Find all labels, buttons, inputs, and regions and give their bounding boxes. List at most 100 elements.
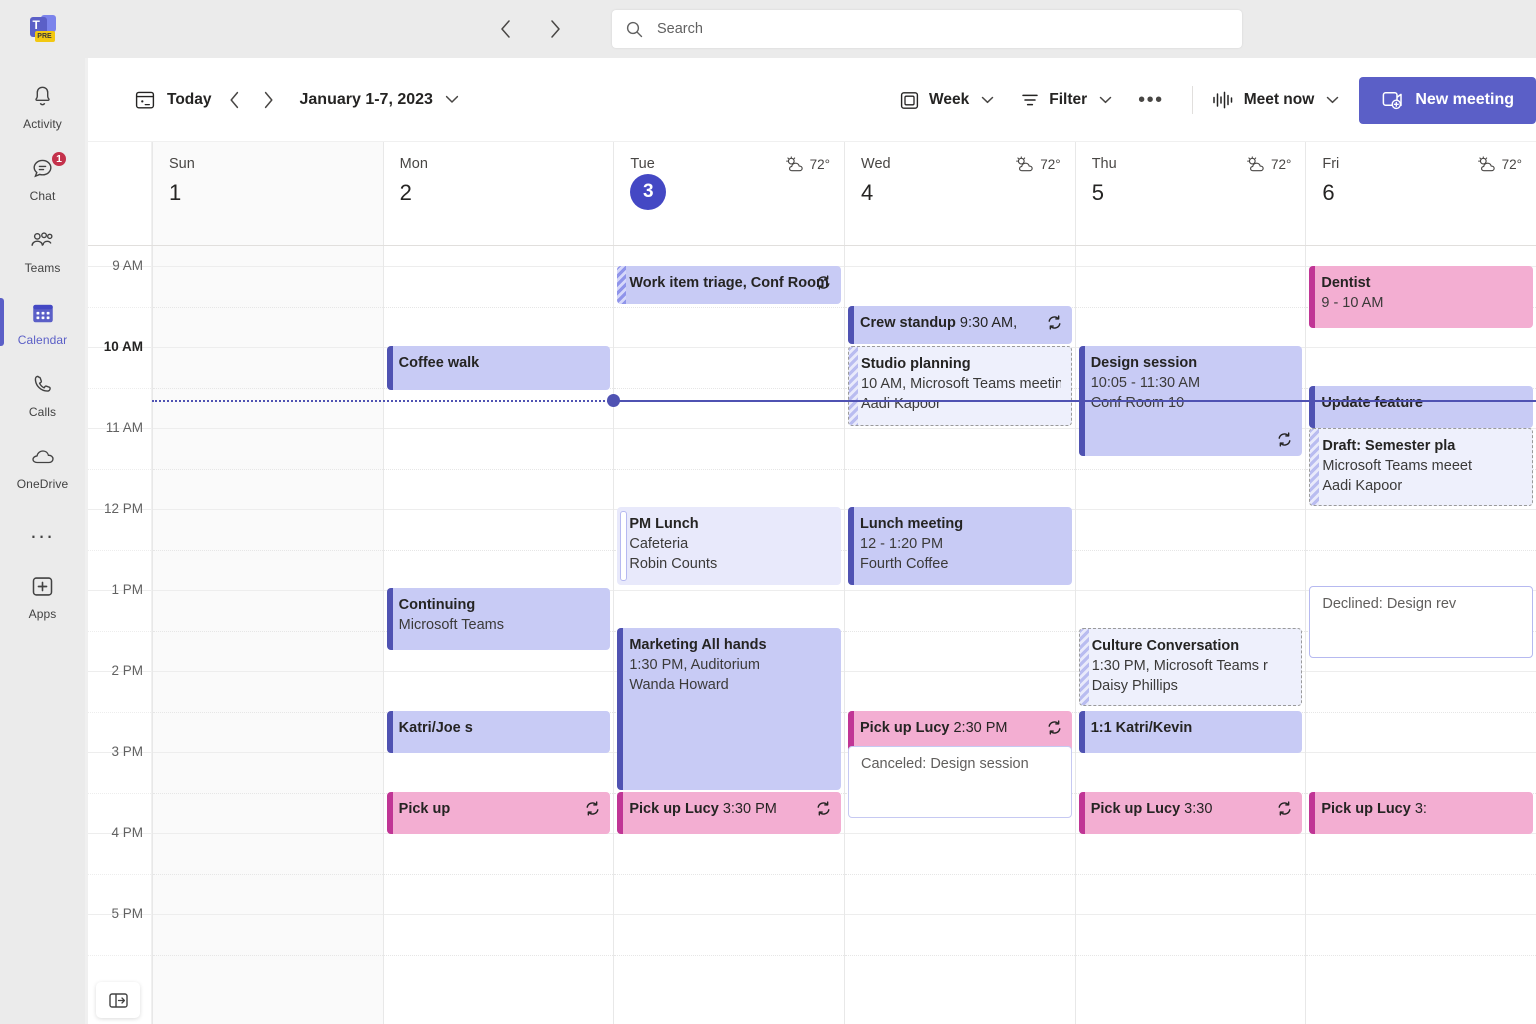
calendar-grid-wrapper[interactable]: 9 AM10 AM11 AM12 PM1 PM2 PM3 PM4 PM5 PM … bbox=[88, 246, 1536, 1024]
calendar-event[interactable]: Pick up Lucy 3:30 bbox=[1079, 792, 1303, 834]
hour-gridline bbox=[153, 590, 383, 591]
day-column-thu[interactable]: Design session10:05 - 11:30 AMConf Room … bbox=[1075, 246, 1306, 1024]
event-title: Pick up Lucy 2:30 PM bbox=[860, 718, 1062, 738]
half-hour-gridline bbox=[384, 307, 614, 308]
event-subtitle: 1:30 PM, Microsoft Teams r bbox=[1092, 656, 1292, 676]
event-title: Declined: Design rev bbox=[1322, 594, 1522, 614]
view-chevron-down-icon[interactable] bbox=[981, 96, 994, 104]
day-number[interactable]: 6 bbox=[1322, 180, 1520, 206]
event-color-bar bbox=[387, 346, 393, 390]
temperature-label: 72° bbox=[1502, 157, 1522, 172]
calendar-event[interactable]: Work item triage, Conf Room bbox=[617, 266, 841, 304]
calendar-event[interactable]: PM LunchCafeteriaRobin Counts bbox=[617, 507, 841, 585]
day-column-mon[interactable]: Coffee walk ContinuingMicrosoft Teams Katr… bbox=[383, 246, 614, 1024]
day-header-sun[interactable]: Sun1 bbox=[152, 142, 383, 245]
half-hour-gridline bbox=[384, 955, 614, 956]
calendar-event[interactable]: Pick up Lucy 3:30 PM bbox=[617, 792, 841, 834]
calendar-event[interactable]: Canceled: Design session bbox=[848, 746, 1072, 818]
event-title: 1:1 Katri/Kevin bbox=[1091, 718, 1293, 738]
day-number[interactable]: 5 bbox=[1092, 180, 1290, 206]
event-organizer: Aadi Kapoor bbox=[861, 394, 1061, 414]
hour-gridline bbox=[153, 671, 383, 672]
day-header-wed[interactable]: Wed472° bbox=[844, 142, 1075, 245]
event-organizer: Robin Counts bbox=[629, 554, 831, 574]
day-number-today[interactable]: 3 bbox=[630, 174, 666, 210]
temperature-label: 72° bbox=[1040, 157, 1060, 172]
view-switcher-week[interactable]: Week bbox=[899, 90, 994, 111]
hour-gridline bbox=[1306, 752, 1536, 753]
event-organizer: Wanda Howard bbox=[629, 675, 831, 695]
calendar-event[interactable]: Pick up bbox=[387, 792, 611, 834]
search-bar[interactable]: Search bbox=[612, 10, 1242, 48]
half-hour-gridline bbox=[384, 874, 614, 875]
sidebar-item-apps[interactable]: Apps bbox=[0, 560, 85, 632]
hour-gridline bbox=[384, 914, 614, 915]
event-time-suffix: 3:30 PM bbox=[719, 801, 777, 817]
calendar-event[interactable]: Studio planning10 AM, Microsoft Teams me… bbox=[848, 346, 1072, 426]
event-title: Marketing All hands bbox=[629, 635, 831, 655]
calendar-event[interactable]: Dentist9 - 10 AM bbox=[1309, 266, 1533, 328]
day-number[interactable]: 2 bbox=[400, 180, 598, 206]
hour-gridline bbox=[384, 428, 614, 429]
day-column-wed[interactable]: Crew standup 9:30 AM,Studio planning10 A… bbox=[844, 246, 1075, 1024]
sidebar-more-apps-button[interactable]: ... bbox=[0, 502, 85, 560]
date-range-label[interactable]: January 1-7, 2023 bbox=[300, 91, 433, 109]
filter-button[interactable]: Filter bbox=[1020, 90, 1112, 110]
calendar-event[interactable]: Draft: Semester plaMicrosoft Teams meeet… bbox=[1309, 428, 1533, 506]
day-column-fri[interactable]: Dentist9 - 10 AMUpdate featureDraft: Sem… bbox=[1305, 246, 1536, 1024]
date-picker-chevron-down-icon[interactable] bbox=[445, 95, 459, 104]
sidebar-item-onedrive[interactable]: OneDrive bbox=[0, 430, 85, 502]
half-hour-gridline bbox=[1076, 874, 1306, 875]
calendar-event[interactable]: Marketing All hands1:30 PM, AuditoriumWa… bbox=[617, 628, 841, 790]
next-week-button[interactable] bbox=[252, 83, 286, 117]
event-subtitle: 12 - 1:20 PM bbox=[860, 534, 1062, 554]
sidebar-item-teams[interactable]: Teams bbox=[0, 214, 85, 286]
expand-panel-button[interactable] bbox=[96, 982, 140, 1018]
meet-now-button[interactable]: Meet now bbox=[1211, 89, 1340, 111]
half-hour-gridline bbox=[614, 469, 844, 470]
search-input[interactable]: Search bbox=[657, 21, 703, 37]
day-header-tue[interactable]: Tue372° bbox=[613, 142, 844, 245]
calendar-event[interactable]: Katri/Joe s bbox=[387, 711, 611, 753]
new-meeting-button[interactable]: New meeting bbox=[1359, 77, 1536, 124]
calendar-event[interactable]: 1:1 Katri/Kevin bbox=[1079, 711, 1303, 753]
sidebar-item-activity[interactable]: Activity bbox=[0, 70, 85, 142]
calendar-event[interactable]: Update feature bbox=[1309, 386, 1533, 428]
sidebar-item-chat[interactable]: 1 Chat bbox=[0, 142, 85, 214]
calendar-event[interactable]: Pick up Lucy 3: bbox=[1309, 792, 1533, 834]
event-subtitle: 10 AM, Microsoft Teams meeting bbox=[861, 374, 1061, 394]
calendar-event[interactable]: Declined: Design rev bbox=[1309, 586, 1533, 658]
calendar-event[interactable]: Lunch meeting12 - 1:20 PMFourth Coffee bbox=[848, 507, 1072, 585]
back-icon[interactable] bbox=[490, 14, 520, 44]
half-hour-gridline bbox=[153, 469, 383, 470]
search-icon bbox=[626, 21, 643, 38]
time-label: 1 PM bbox=[111, 582, 143, 597]
day-column-sun[interactable] bbox=[152, 246, 383, 1024]
day-header-thu[interactable]: Thu572° bbox=[1075, 142, 1306, 245]
forward-icon[interactable] bbox=[540, 14, 570, 44]
day-column-tue[interactable]: Work item triage, Conf Room PM LunchCafet… bbox=[613, 246, 844, 1024]
partly-cloudy-icon bbox=[1246, 156, 1265, 173]
more-options-button[interactable]: ••• bbox=[1128, 96, 1174, 104]
logo-badge: PRE bbox=[35, 31, 55, 42]
meet-now-waveform-icon bbox=[1211, 89, 1235, 111]
calendar-event[interactable]: Coffee walk bbox=[387, 346, 611, 390]
filter-chevron-down-icon[interactable] bbox=[1099, 96, 1112, 104]
meet-now-chevron-down-icon[interactable] bbox=[1326, 96, 1339, 104]
calendar-event[interactable]: Culture Conversation1:30 PM, Microsoft T… bbox=[1079, 628, 1303, 706]
event-time-suffix: 3: bbox=[1411, 801, 1427, 817]
day-header-mon[interactable]: Mon2 bbox=[383, 142, 614, 245]
calendar-event[interactable]: ContinuingMicrosoft Teams bbox=[387, 588, 611, 650]
calendar-event[interactable]: Crew standup 9:30 AM, bbox=[848, 306, 1072, 344]
event-title: Draft: Semester pla bbox=[1322, 436, 1522, 456]
day-header-fri[interactable]: Fri672° bbox=[1305, 142, 1536, 245]
today-button[interactable]: Today bbox=[128, 83, 218, 117]
sidebar-item-calendar[interactable]: Calendar bbox=[0, 286, 85, 358]
sidebar-item-calls[interactable]: Calls bbox=[0, 358, 85, 430]
recurring-icon bbox=[815, 800, 832, 817]
day-number[interactable]: 4 bbox=[861, 180, 1059, 206]
prev-week-button[interactable] bbox=[218, 83, 252, 117]
day-number[interactable]: 1 bbox=[169, 180, 367, 206]
half-hour-gridline bbox=[614, 955, 844, 956]
meet-now-label: Meet now bbox=[1244, 91, 1315, 109]
